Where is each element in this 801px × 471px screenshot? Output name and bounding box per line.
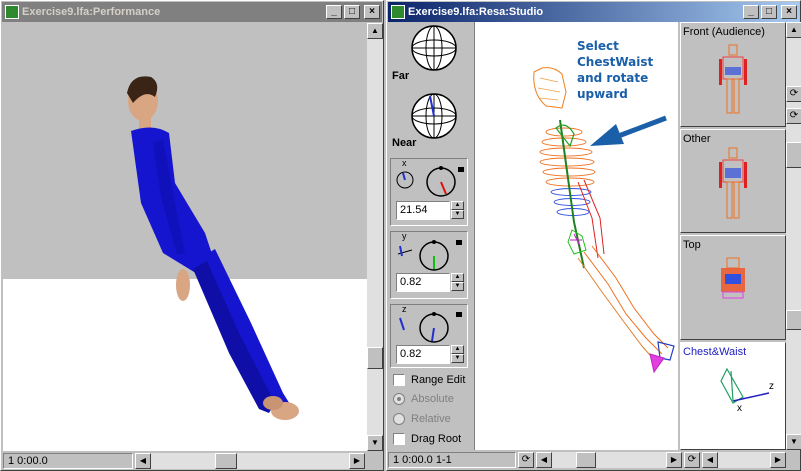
checkbox-box[interactable] [393,433,405,445]
refresh-icon[interactable]: ⟳ [684,452,700,468]
scroll-right-arrow[interactable]: ▶ [770,452,786,468]
preview-hscroll[interactable]: ◀ ▶ [702,452,786,468]
spin-down-arrow[interactable]: ▼ [451,210,464,219]
scroll-thumb[interactable] [367,347,383,369]
spin-up-arrow[interactable]: ▲ [451,201,464,210]
x-spinner[interactable]: ▲ ▼ [451,201,464,220]
preview-front-label: Front (Audience) [683,26,765,38]
maximize-button[interactable]: □ [344,5,360,19]
relative-radio[interactable]: Relative [393,413,451,425]
scroll-left-arrow[interactable]: ◀ [702,452,718,468]
studio-hscroll[interactable]: ◀ ▶ [536,452,682,468]
performance-window: Exercise9.lfa:Performance _ □ × ▲ ▼ 1 0:… [0,0,384,471]
x-value-input[interactable]: 21.54 [396,201,450,220]
scroll-right-arrow[interactable]: ▶ [666,452,682,468]
drag-root-label: Drag Root [411,433,462,445]
absolute-label: Absolute [411,393,454,405]
drag-root-checkbox[interactable]: Drag Root [393,433,461,445]
checkbox-box[interactable] [393,374,405,386]
scroll-thumb[interactable] [786,142,801,168]
preview-figure [719,147,747,219]
annotation-text: Select ChestWaist and rotate upward [577,39,654,101]
svg-text:x: x [737,403,742,414]
near-label: Near [392,137,417,149]
preview-top[interactable]: Top [680,235,786,340]
spin-up-arrow[interactable]: ▲ [451,345,464,354]
preview-other-label: Other [683,133,711,145]
studio-status: 1 0:00.0 1-1 [388,452,516,468]
performance-hscroll[interactable]: ◀ ▶ [135,453,365,469]
minimize-button[interactable]: _ [326,5,342,19]
spin-down-arrow[interactable]: ▼ [451,282,464,291]
refresh-icon[interactable]: ⟳ [786,86,801,102]
preview-other[interactable]: Other [680,129,786,233]
preview-chest-waist[interactable]: Chest&Waist z x [680,342,786,450]
scroll-down-arrow[interactable]: ▼ [367,435,383,451]
refresh-icon[interactable]: ⟳ [786,108,801,124]
svg-text:z: z [769,381,774,392]
y-axis-dials[interactable] [392,236,466,272]
scroll-right-arrow[interactable]: ▶ [349,453,365,469]
scroll-up-arrow[interactable]: ▲ [367,23,383,39]
relative-label: Relative [411,413,451,425]
range-edit-label: Range Edit [411,374,466,386]
hscroll-thumb[interactable] [576,452,596,468]
scroll-left-arrow[interactable]: ◀ [135,453,151,469]
z-value-input[interactable]: 0.82 [396,345,450,364]
scroll-thumb[interactable] [786,310,801,330]
preview-chest-waist-label: Chest&Waist [683,346,747,358]
far-label: Far [392,70,410,82]
scroll-left-arrow[interactable]: ◀ [536,452,552,468]
x-axis-dials[interactable] [392,164,466,200]
axis-gizmo: z x [720,367,774,414]
performance-status: 1 0:00.0 [3,453,133,469]
studio-titlebar[interactable]: Exercise9.lfa:Resa:Studio _ □ × [388,2,799,22]
refresh-icon[interactable]: ⟳ [518,452,534,468]
range-edit-checkbox[interactable]: Range Edit [393,374,465,386]
z-axis-dials[interactable] [392,308,466,344]
radio-circle[interactable] [393,393,405,405]
hscroll-thumb[interactable] [215,453,237,469]
y-spinner[interactable]: ▲ ▼ [451,273,464,292]
minimize-button[interactable]: _ [743,5,759,19]
spin-up-arrow[interactable]: ▲ [451,273,464,282]
studio-title: Exercise9.lfa:Resa:Studio [408,6,544,18]
far-trackball[interactable] [410,24,458,72]
app-icon [391,5,405,19]
performance-viewport[interactable] [3,23,367,451]
scroll-up-arrow[interactable]: ▲ [786,22,801,38]
maximize-button[interactable]: □ [761,5,777,19]
y-value-input[interactable]: 0.82 [396,273,450,292]
preview-figure [719,44,747,114]
z-spinner[interactable]: ▲ ▼ [451,345,464,364]
annotation-arrow-icon [590,115,667,146]
performer-figure [127,76,299,420]
app-icon [5,5,19,19]
radio-circle[interactable] [393,413,405,425]
preview-top-label: Top [683,239,701,251]
absolute-radio[interactable]: Absolute [393,393,454,405]
preview-figure [721,257,745,299]
preview-front[interactable]: Front (Audience) [680,22,786,127]
scroll-down-arrow[interactable]: ▼ [786,434,801,450]
performance-vscroll[interactable]: ▲ ▼ [367,23,383,451]
close-button[interactable]: × [364,5,380,19]
spin-down-arrow[interactable]: ▼ [451,354,464,363]
performance-title: Exercise9.lfa:Performance [22,6,161,18]
near-trackball[interactable] [410,92,458,140]
close-button[interactable]: × [781,5,797,19]
studio-vscroll[interactable]: ▲ ⟳ ⟳ ▼ [786,22,801,450]
performance-titlebar[interactable]: Exercise9.lfa:Performance _ □ × [2,2,382,22]
